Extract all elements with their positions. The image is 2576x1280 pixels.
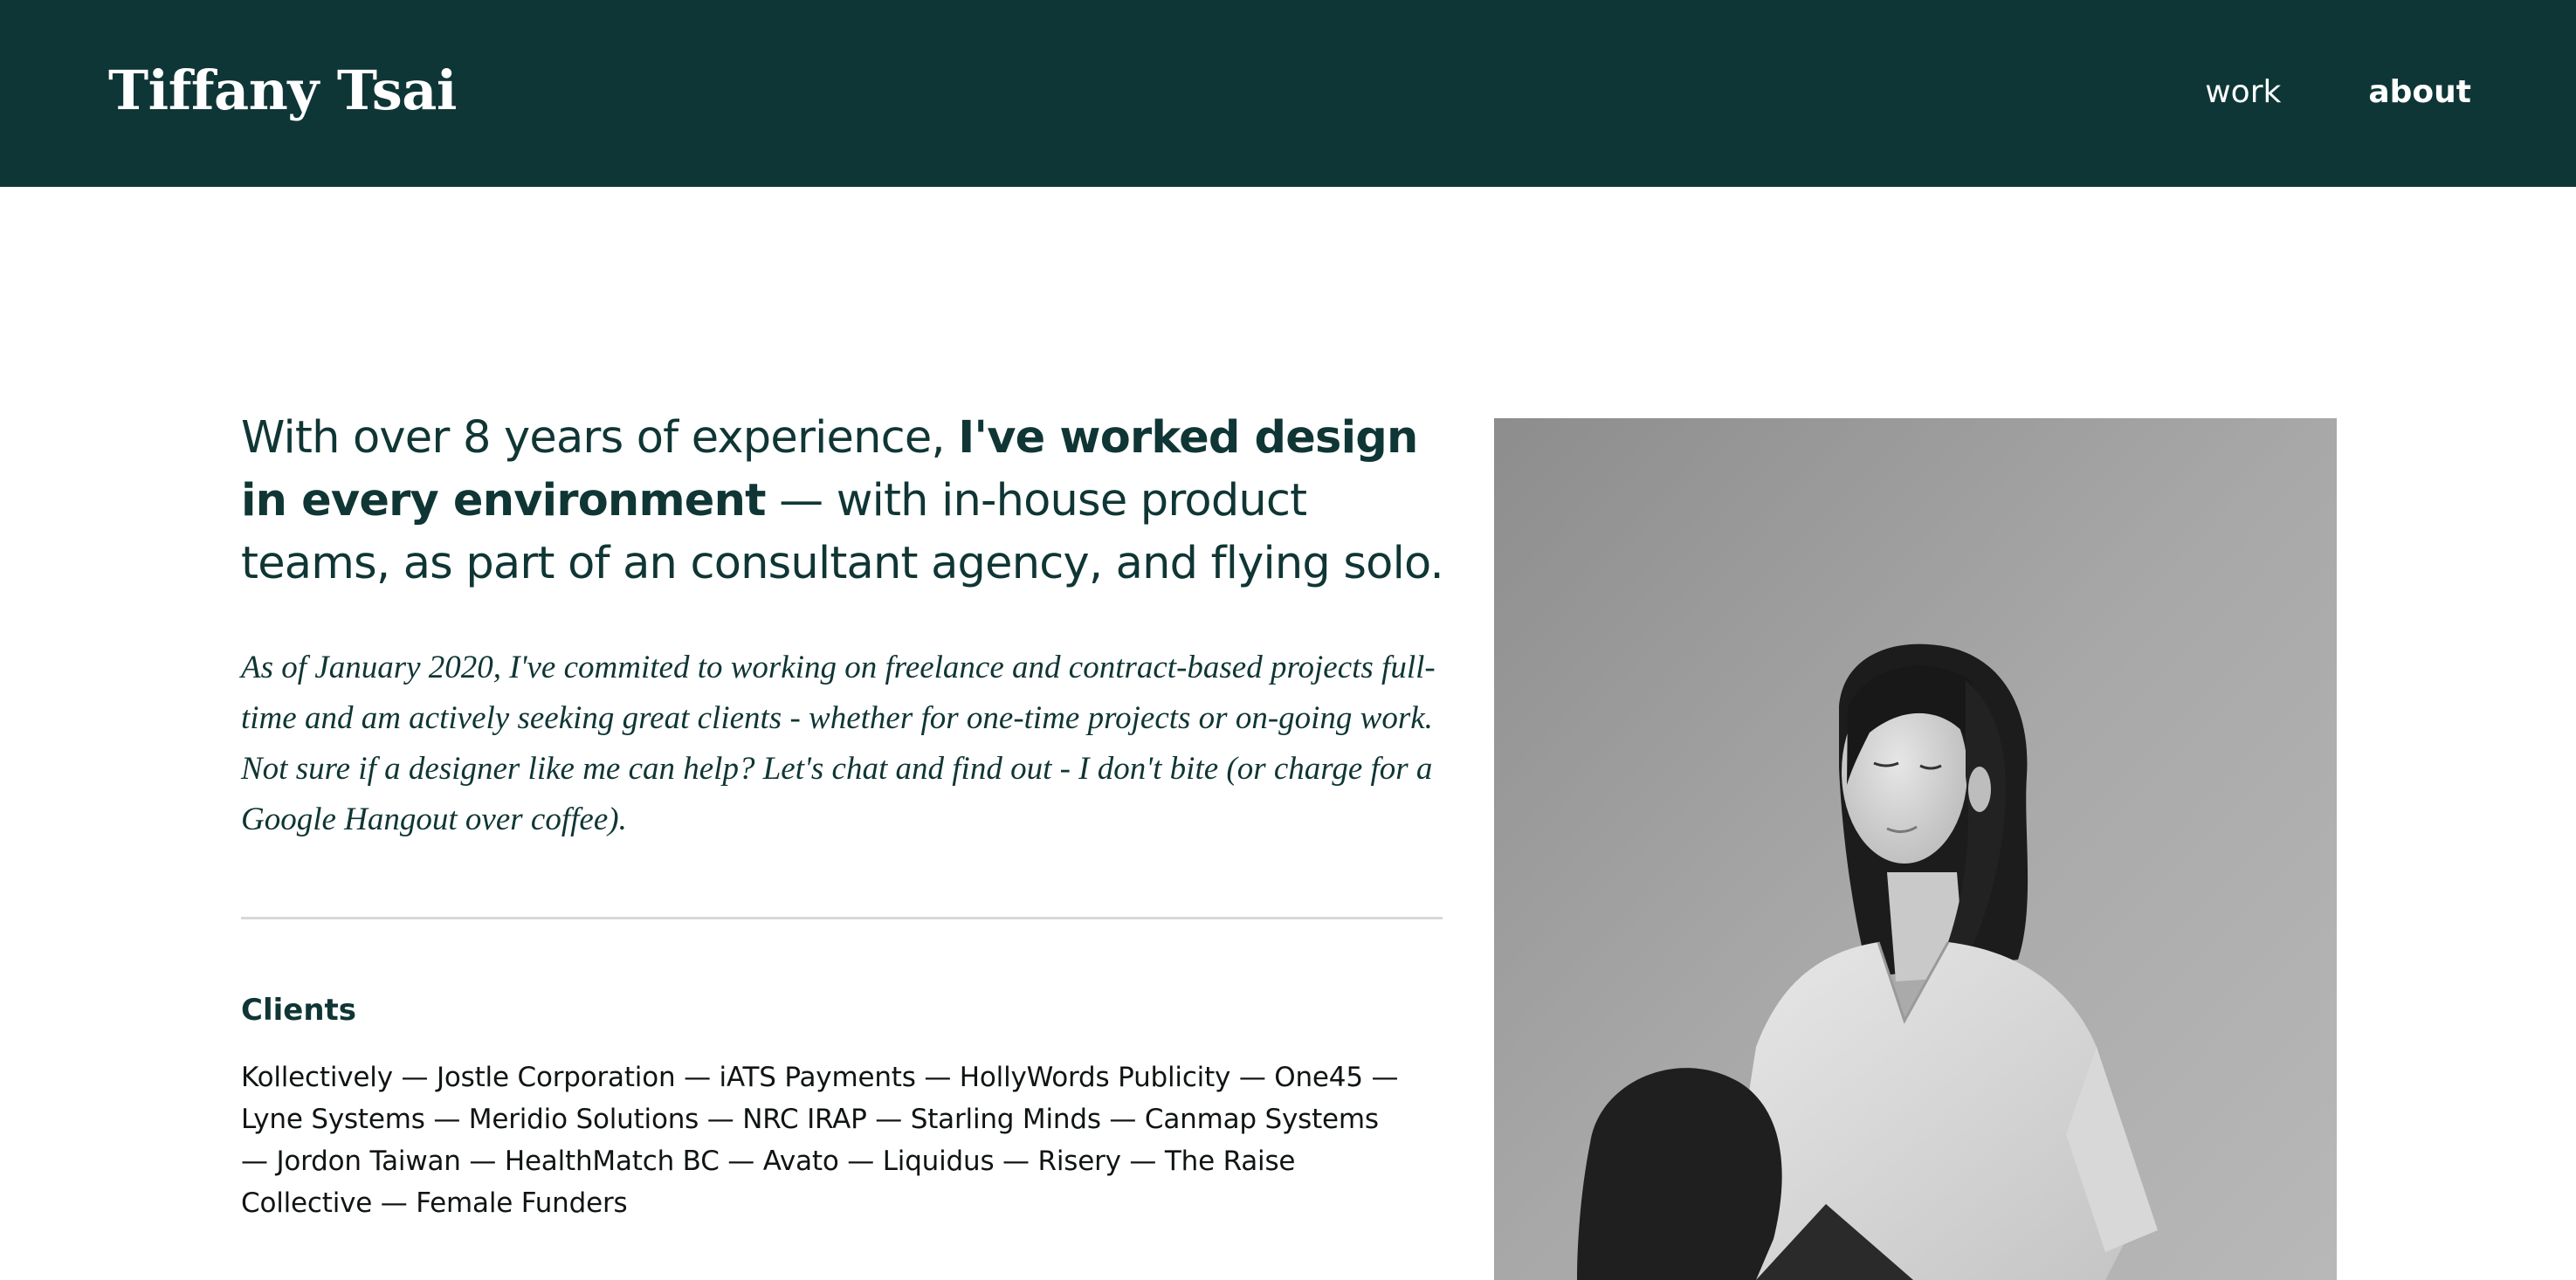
section-divider xyxy=(241,917,1443,919)
nav-about-link[interactable]: about xyxy=(2368,68,2471,117)
availability-note: As of January 2020, I've commited to wor… xyxy=(241,650,1436,837)
site-header: Tiffany Tsai work about xyxy=(0,0,2576,187)
site-logo[interactable]: Tiffany Tsai xyxy=(108,54,457,127)
nav-work-link[interactable]: work xyxy=(2205,68,2281,117)
intro-statement: With over 8 years of experience, I've wo… xyxy=(241,407,1464,595)
portrait-photo xyxy=(1494,418,2337,1280)
main-nav: work about xyxy=(2205,68,2471,117)
intro-text-start: With over 8 years of experience, xyxy=(241,412,959,464)
clients-list: Kollectively — Jostle Corporation — iATS… xyxy=(241,1062,1399,1219)
clients-heading: Clients xyxy=(241,993,357,1028)
